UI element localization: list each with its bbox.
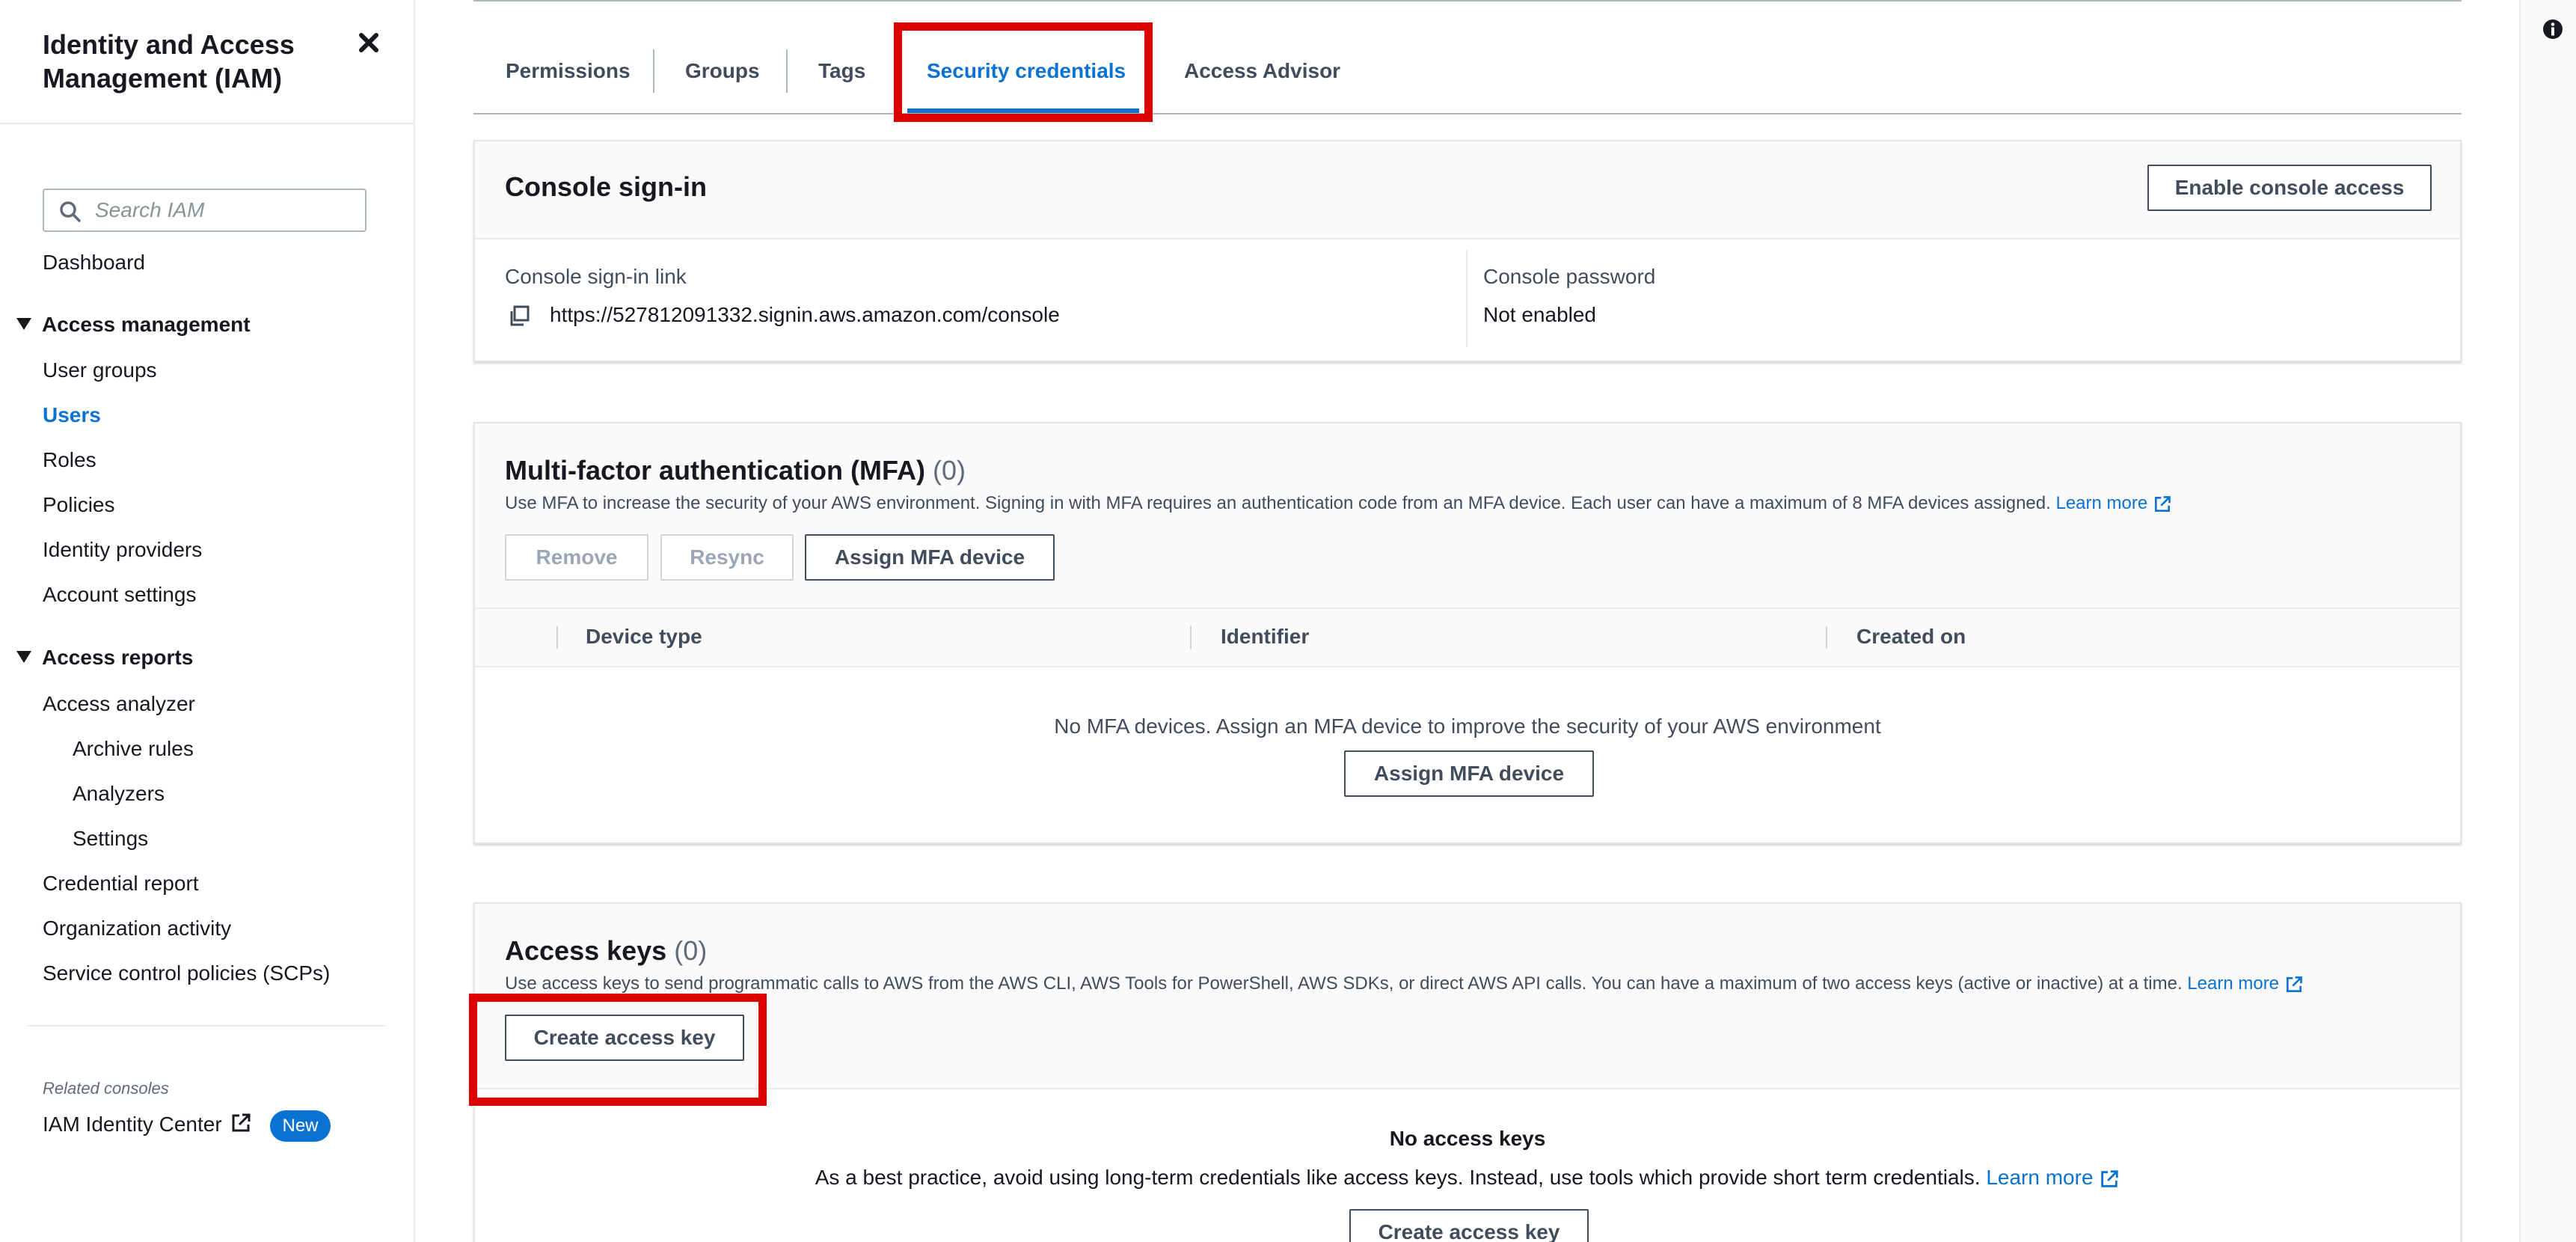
enable-console-access-button[interactable]: Enable console access <box>2147 165 2432 211</box>
console-signin-card: Console sign-in Enable console access Co… <box>473 140 2462 362</box>
iam-identity-center-link[interactable]: IAM Identity Center <box>43 1112 252 1139</box>
tabs-border <box>473 113 2462 114</box>
sidebar-item-account-settings[interactable]: Account settings <box>43 582 196 608</box>
console-signin-link-label: Console sign-in link <box>505 265 687 288</box>
access-keys-count: (0) <box>674 935 708 966</box>
mfa-description-text: Use MFA to increase the security of your… <box>505 493 2051 513</box>
resync-mfa-button[interactable]: Resync <box>660 534 794 581</box>
tab-divider <box>653 49 654 93</box>
tab-divider <box>786 49 788 93</box>
sidebar-divider <box>27 1025 386 1027</box>
sidebar: Identity and Access Management (IAM) Das… <box>0 0 415 1242</box>
related-consoles-label: Related consoles <box>43 1079 169 1098</box>
access-keys-description: Use access keys to send programmatic cal… <box>505 973 2304 994</box>
sidebar-item-archive-rules[interactable]: Archive rules <box>73 736 194 762</box>
mfa-learn-more-link[interactable]: Learn more <box>2055 493 2171 513</box>
card-header <box>475 904 2460 1089</box>
no-access-keys-text: As a best practice, avoid using long-ter… <box>475 1166 2460 1190</box>
assign-mfa-device-button[interactable]: Assign MFA device <box>805 534 1055 581</box>
column-divider <box>1466 250 1468 347</box>
search-input[interactable] <box>95 197 357 224</box>
sidebar-item-organization-activity[interactable]: Organization activity <box>43 916 231 941</box>
tab-permissions[interactable]: Permissions <box>506 57 631 85</box>
column-divider <box>556 626 558 649</box>
mfa-title-text: Multi-factor authentication (MFA) <box>505 455 925 486</box>
new-badge: New <box>270 1110 331 1142</box>
access-keys-card: Access keys (0) Use access keys to send … <box>473 902 2462 1242</box>
highlight-box-create-access-key <box>469 994 767 1106</box>
sidebar-title[interactable]: Identity and Access Management (IAM) <box>43 28 327 95</box>
tab-tags[interactable]: Tags <box>818 57 865 85</box>
card-header <box>475 423 2460 609</box>
sidebar-item-users[interactable]: Users <box>43 403 101 428</box>
mfa-count: (0) <box>932 455 966 486</box>
sidebar-item-access-analyzer[interactable]: Access analyzer <box>43 691 195 717</box>
section-label: Access reports <box>42 646 194 669</box>
mfa-table-header <box>475 609 2460 667</box>
sidebar-item-policies[interactable]: Policies <box>43 492 114 518</box>
assign-mfa-device-empty-button[interactable]: Assign MFA device <box>1344 750 1594 797</box>
info-icon[interactable] <box>2542 18 2564 40</box>
sidebar-section-access-reports[interactable]: Access reports <box>16 645 193 670</box>
column-created-on[interactable]: Created on <box>1856 625 1966 649</box>
learn-more-label: Learn more <box>1986 1166 2094 1189</box>
sidebar-item-scps[interactable]: Service control policies (SCPs) <box>43 961 330 986</box>
copy-icon[interactable] <box>508 305 530 331</box>
column-identifier[interactable]: Identifier <box>1221 625 1309 649</box>
tab-groups[interactable]: Groups <box>685 57 760 85</box>
no-access-keys-title: No access keys <box>1389 1127 1546 1150</box>
learn-more-label: Learn more <box>2055 493 2148 513</box>
search-box[interactable] <box>43 189 367 232</box>
close-icon[interactable] <box>353 27 384 58</box>
tab-access-advisor[interactable]: Access Advisor <box>1184 57 1340 85</box>
no-access-keys-text-body: As a best practice, avoid using long-ter… <box>815 1166 1981 1189</box>
sidebar-item-dashboard[interactable]: Dashboard <box>43 250 145 275</box>
external-link-icon <box>230 1112 252 1139</box>
highlight-box-security-tab <box>894 22 1153 122</box>
mfa-empty-text: No MFA devices. Assign an MFA device to … <box>1054 715 1881 738</box>
external-link-icon <box>2101 1169 2118 1187</box>
learn-more-label: Learn more <box>2187 973 2280 994</box>
column-divider <box>1826 626 1827 649</box>
section-label: Access management <box>42 313 251 336</box>
access-keys-title: Access keys (0) <box>505 935 707 967</box>
external-link-icon <box>2154 495 2171 512</box>
column-device-type[interactable]: Device type <box>586 625 702 649</box>
console-signin-title: Console sign-in <box>505 171 707 202</box>
console-password-value: Not enabled <box>1483 303 1597 326</box>
column-divider <box>1190 626 1192 649</box>
mfa-title: Multi-factor authentication (MFA) (0) <box>505 455 966 486</box>
sidebar-item-identity-providers[interactable]: Identity providers <box>43 537 202 563</box>
sidebar-item-settings[interactable]: Settings <box>73 826 148 851</box>
external-link-icon <box>2286 976 2302 992</box>
sidebar-section-access-management[interactable]: Access management <box>16 312 251 337</box>
tools-panel-strip <box>2519 0 2576 1242</box>
remove-mfa-button[interactable]: Remove <box>505 534 648 581</box>
caret-down-icon <box>16 650 31 663</box>
console-signin-url[interactable]: https://527812091332.signin.aws.amazon.c… <box>550 303 1060 327</box>
top-border <box>473 0 2462 1</box>
mfa-card: Multi-factor authentication (MFA) (0) Us… <box>473 422 2462 844</box>
create-access-key-empty-button[interactable]: Create access key <box>1349 1209 1589 1242</box>
console-password-label: Console password <box>1483 265 1656 288</box>
mfa-description: Use MFA to increase the security of your… <box>505 493 2172 514</box>
sidebar-item-roles[interactable]: Roles <box>43 447 96 473</box>
sidebar-divider <box>0 123 414 124</box>
access-keys-description-text: Use access keys to send programmatic cal… <box>505 973 2183 994</box>
access-keys-title-text: Access keys <box>505 935 667 966</box>
caret-down-icon <box>16 317 31 330</box>
access-keys-learn-more-link[interactable]: Learn more <box>2187 973 2303 994</box>
sidebar-item-user-groups[interactable]: User groups <box>43 358 157 383</box>
no-access-keys-learn-more-link[interactable]: Learn more <box>1986 1166 2120 1189</box>
sidebar-item-analyzers[interactable]: Analyzers <box>73 781 165 807</box>
sidebar-item-credential-report[interactable]: Credential report <box>43 871 199 896</box>
search-icon <box>59 201 82 223</box>
link-label: IAM Identity Center <box>43 1112 222 1136</box>
